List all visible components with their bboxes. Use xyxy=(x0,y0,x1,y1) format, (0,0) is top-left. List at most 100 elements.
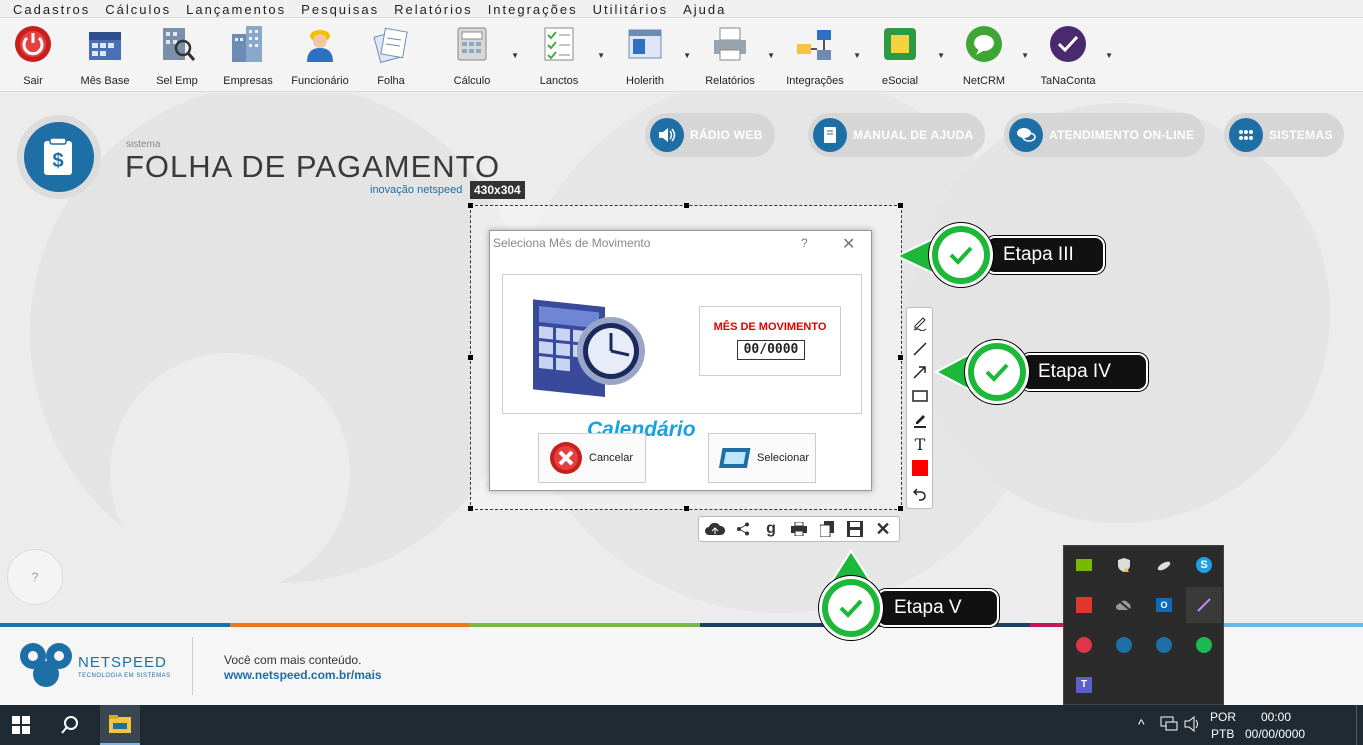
toolbar-holerith-button[interactable]: Holerith ▼ xyxy=(602,18,691,92)
toolbar-label: Cálculo xyxy=(453,75,491,87)
online-support-button[interactable]: ATENDIMENTO ON-LINE xyxy=(1004,113,1205,157)
resize-handle[interactable] xyxy=(898,355,903,360)
system-tray-overflow: S O T xyxy=(1063,545,1224,705)
cloud-upload-icon[interactable] xyxy=(704,519,726,539)
pencil-icon[interactable] xyxy=(910,313,930,333)
resize-handle[interactable] xyxy=(468,203,473,208)
share-icon[interactable] xyxy=(732,519,754,539)
toolbar-esocial-button[interactable]: eSocial ▼ xyxy=(858,18,945,92)
menu-integracoes[interactable]: Integrações xyxy=(481,0,586,17)
rectangle-icon[interactable] xyxy=(910,386,930,406)
menu-calculos[interactable]: Cálculos xyxy=(98,0,179,17)
calendar-illustration-icon xyxy=(533,299,645,397)
radio-web-label: RÁDIO WEB xyxy=(690,128,763,142)
teams-icon[interactable]: T xyxy=(1066,667,1102,703)
color-picker-icon[interactable] xyxy=(910,458,930,478)
help-button[interactable]: ? xyxy=(7,549,63,605)
buildings-icon xyxy=(226,22,270,66)
toolbar-mes-base-button[interactable]: Mês Base xyxy=(66,18,144,92)
toolbar-empresas-button[interactable]: Empresas xyxy=(210,18,286,92)
menu-lancamentos[interactable]: Lançamentos xyxy=(179,0,294,17)
toolbar-folha-button[interactable]: Folha xyxy=(354,18,428,92)
anydesk-icon[interactable] xyxy=(1066,587,1102,623)
print-icon[interactable] xyxy=(788,519,810,539)
netspeed-tagline: TECNOLOGIA EM SISTEMAS xyxy=(78,673,171,679)
toolbar-lanctos-button[interactable]: Lanctos ▼ xyxy=(516,18,605,92)
dialog-help-button[interactable]: ? xyxy=(801,236,808,250)
manual-button[interactable]: MANUAL DE AJUDA xyxy=(808,113,985,157)
skype-icon[interactable]: S xyxy=(1186,547,1222,583)
app-red-icon[interactable] xyxy=(1066,627,1102,663)
toolbar-sel-emp-button[interactable]: Sel Emp xyxy=(144,18,210,92)
toolbar-funcionario-button[interactable]: Funcionário xyxy=(286,18,354,92)
toolbar-label: Lanctos xyxy=(539,75,579,87)
windows-start-icon[interactable] xyxy=(12,716,30,737)
resize-handle[interactable] xyxy=(468,355,473,360)
app-dots-icon[interactable] xyxy=(1106,627,1142,663)
cancel-x-icon xyxy=(550,442,582,474)
resize-handle[interactable] xyxy=(684,203,689,208)
printer-icon xyxy=(708,22,752,66)
undo-icon[interactable] xyxy=(910,484,930,504)
radio-web-button[interactable]: RÁDIO WEB xyxy=(645,113,775,157)
power-icon xyxy=(11,22,55,66)
arrow-icon[interactable] xyxy=(910,362,930,382)
toolbar-relatorios-button[interactable]: Relatórios ▼ xyxy=(688,18,775,92)
menu-pesquisas[interactable]: Pesquisas xyxy=(294,0,387,17)
taskbar-app-folha[interactable] xyxy=(100,705,140,745)
close-capture-icon[interactable]: ✕ xyxy=(872,519,894,539)
resize-handle[interactable] xyxy=(468,506,473,511)
app-dots-2-icon[interactable] xyxy=(1146,627,1182,663)
toolbar-calculo-button[interactable]: Cálculo ▼ xyxy=(428,18,519,92)
toolbar-tanaconta-button[interactable]: TaNaConta ▼ xyxy=(1026,18,1113,92)
shield-warning-icon[interactable] xyxy=(1106,547,1142,583)
outlook-icon[interactable]: O xyxy=(1146,587,1182,623)
volume-icon[interactable] xyxy=(1184,715,1202,735)
select-label: Selecionar xyxy=(757,452,809,464)
toolbar-label: eSocial xyxy=(881,75,919,87)
dropdown-arrow-icon[interactable]: ▼ xyxy=(1105,51,1113,60)
line-icon[interactable] xyxy=(910,339,930,359)
menu-relatorios[interactable]: Relatórios xyxy=(387,0,481,17)
search-icon[interactable] xyxy=(60,715,80,738)
menu-cadastros[interactable]: Cadastros xyxy=(6,0,98,17)
chevron-up-icon[interactable]: ^ xyxy=(1138,716,1145,732)
keyboard-layout[interactable]: PTB xyxy=(1211,727,1234,741)
system-logo: $ xyxy=(17,115,101,199)
month-input[interactable]: 00/0000 xyxy=(737,340,805,360)
building-search-icon xyxy=(155,22,199,66)
toolbar-netcrm-button[interactable]: NetCRM ▼ xyxy=(942,18,1029,92)
show-desktop[interactable] xyxy=(1356,705,1357,745)
save-icon[interactable] xyxy=(844,519,866,539)
menu-utilitarios[interactable]: Utilitários xyxy=(586,0,676,17)
satellite-icon[interactable] xyxy=(1146,547,1182,583)
footer-link[interactable]: www.netspeed.com.br/mais xyxy=(224,668,382,682)
spotify-icon[interactable] xyxy=(1186,627,1222,663)
systems-button[interactable]: SISTEMAS xyxy=(1224,113,1344,157)
dialog-close-button[interactable]: ✕ xyxy=(842,234,855,254)
resize-handle[interactable] xyxy=(898,506,903,511)
menu-ajuda[interactable]: Ajuda xyxy=(676,0,734,17)
speaker-icon xyxy=(650,118,684,152)
cloud-offline-icon[interactable] xyxy=(1106,587,1142,623)
nvidia-icon[interactable] xyxy=(1066,547,1102,583)
system-title: FOLHA DE PAGAMENTO xyxy=(125,149,501,184)
keyboard-lang[interactable]: POR xyxy=(1210,710,1236,724)
pen-tool-icon[interactable] xyxy=(1186,587,1222,623)
marker-icon[interactable] xyxy=(910,410,930,430)
resize-handle[interactable] xyxy=(684,506,689,511)
clock-date[interactable]: 00/00/0000 xyxy=(1245,727,1305,741)
copy-icon[interactable] xyxy=(816,519,838,539)
toolbar-label: TaNaConta xyxy=(1040,75,1096,87)
main-toolbar: Sair Mês Base Sel Emp Empresas Funcionário Fo… xyxy=(0,18,1363,92)
toolbar-sair-button[interactable]: Sair xyxy=(0,18,66,92)
text-tool-icon[interactable]: T xyxy=(910,434,930,454)
select-button[interactable]: Selecionar xyxy=(708,433,816,483)
google-search-icon[interactable]: g xyxy=(760,519,782,539)
network-icon[interactable] xyxy=(1160,716,1178,735)
toolbar-integracoes-button[interactable]: Integrações ▼ xyxy=(772,18,861,92)
clock-time[interactable]: 00:00 xyxy=(1261,710,1291,724)
cancel-button[interactable]: Cancelar xyxy=(538,433,646,483)
toolbar-label: Sair xyxy=(23,75,43,87)
resize-handle[interactable] xyxy=(898,203,903,208)
